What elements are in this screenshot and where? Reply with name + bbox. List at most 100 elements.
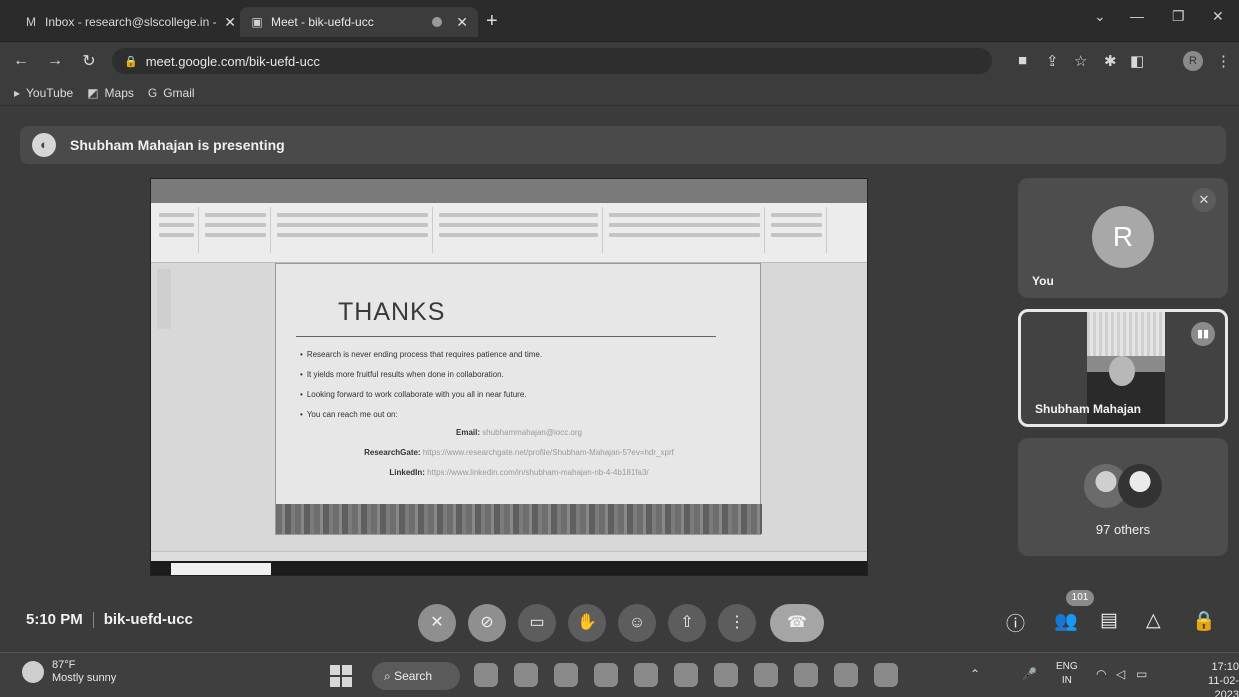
meeting-details: 5:10 PM bik-uefd-ucc — [26, 611, 193, 629]
speaking-indicator-icon: ▮▮ — [1191, 322, 1215, 346]
people-icon[interactable]: 👥 — [1054, 609, 1078, 633]
app-icon[interactable] — [554, 663, 578, 687]
volume-icon[interactable]: ◁ — [1116, 667, 1125, 681]
bookmark-maps[interactable]: ◩ Maps — [87, 86, 134, 100]
weather-widget[interactable]: 87°F Mostly sunny — [22, 659, 116, 685]
forward-button[interactable]: → — [42, 52, 68, 70]
taskbar-search[interactable]: ⌕ Search — [372, 662, 460, 690]
tab-search-icon[interactable]: ⌄ — [1094, 8, 1106, 25]
email-value: shubhammahajan@iocc.org — [482, 428, 582, 437]
linkedin-value: https://www.linkedin.com/in/shubham-maha… — [427, 468, 649, 477]
meeting-time: 5:10 PM — [26, 611, 83, 628]
slide-bullets: Research is never ending process that re… — [300, 348, 740, 428]
powerpoint-title-bar — [151, 179, 867, 193]
camera-icon[interactable]: ■ — [1018, 52, 1027, 69]
bookmark-label: Gmail — [163, 85, 195, 100]
avatar: R — [1092, 206, 1154, 268]
raise-hand-button[interactable]: ✋ — [568, 604, 606, 642]
share-icon[interactable]: ⇪ — [1046, 52, 1059, 70]
address-bar[interactable]: 🔒 meet.google.com/bik-uefd-ucc — [112, 48, 992, 74]
browser-tab-bar: M Inbox - research@slscollege.in - ✕ ▣ M… — [0, 0, 1239, 42]
bullet-item: You can reach me out on: — [300, 408, 740, 428]
mic-toggle-button[interactable]: ✕ — [418, 604, 456, 642]
window-close-button[interactable]: ✕ — [1212, 8, 1224, 25]
participant-name: You — [1032, 274, 1054, 288]
back-button[interactable]: ← — [8, 52, 34, 70]
profile-avatar[interactable]: R — [1183, 51, 1203, 71]
activities-icon[interactable]: △ — [1146, 609, 1161, 632]
maps-icon: ◩ — [87, 85, 99, 100]
lock-icon: 🔒 — [124, 55, 138, 68]
side-panel-icon[interactable]: ◧ — [1130, 52, 1144, 70]
google-icon: G — [147, 85, 158, 100]
emoji-button[interactable]: ☺ — [618, 604, 656, 642]
powerpoint-menu-bar — [151, 193, 867, 203]
youtube-icon: ▸ — [14, 85, 21, 100]
leave-call-button[interactable]: ☎ — [770, 604, 824, 642]
host-controls-icon[interactable]: 🔒 — [1192, 609, 1216, 633]
system-clock[interactable]: 17:10 11-02-2023 — [1194, 660, 1239, 697]
reload-button[interactable]: ↻ — [76, 51, 102, 71]
more-menu-icon[interactable]: ⋮ — [1216, 52, 1231, 70]
present-button[interactable]: ⇧ — [668, 604, 706, 642]
app-icon[interactable] — [474, 663, 498, 687]
close-icon[interactable]: ✕ — [224, 14, 236, 31]
tray-overflow-icon[interactable]: ⌃ — [970, 667, 980, 681]
bookmark-label: Maps — [104, 85, 134, 100]
bullet-item: Looking forward to work collaborate with… — [300, 388, 740, 408]
tab-inbox[interactable]: M Inbox - research@slscollege.in - ✕ — [14, 7, 246, 37]
weather-desc: Mostly sunny — [52, 672, 117, 684]
restore-button[interactable]: ❐ — [1172, 8, 1185, 25]
app-icon[interactable] — [714, 663, 738, 687]
slide-title: THANKS — [338, 298, 446, 326]
extensions-icon[interactable]: ✱ — [1104, 52, 1117, 70]
email-line: Email: shubhammahajan@iocc.org — [276, 428, 762, 437]
url-text: meet.google.com/bik-uefd-ucc — [145, 53, 320, 69]
close-icon[interactable]: ✕ — [456, 14, 468, 31]
presenting-banner: ◐ Shubham Mahajan is presenting — [20, 126, 1226, 164]
slide-thumbnail-pane — [157, 269, 171, 329]
researchgate-label: ResearchGate: — [364, 448, 421, 457]
participant-tile-speaker[interactable]: ▮▮ Shubham Mahajan — [1018, 309, 1228, 427]
more-options-button[interactable]: ⋮ — [718, 604, 756, 642]
app-icon[interactable] — [754, 663, 778, 687]
meet-icon: ▣ — [251, 15, 263, 29]
new-tab-button[interactable]: + — [486, 10, 498, 33]
app-icon[interactable] — [594, 663, 618, 687]
slide-floor-image — [276, 504, 762, 534]
mic-off-icon: ✕ — [1192, 188, 1216, 212]
start-button[interactable] — [330, 665, 352, 687]
chrome-icon[interactable] — [834, 663, 858, 687]
researchgate-value: https://www.researchgate.net/profile/Shu… — [422, 448, 674, 457]
search-label: Search — [394, 669, 433, 683]
participant-count-badge: 101 — [1066, 590, 1094, 606]
app-icon[interactable] — [674, 663, 698, 687]
participant-tile-you[interactable]: R ✕ You — [1018, 178, 1228, 298]
clock-time: 17:10 — [1211, 661, 1239, 673]
camera-toggle-button[interactable]: ⊘ — [468, 604, 506, 642]
bookmark-youtube[interactable]: ▸ YouTube — [14, 86, 73, 100]
slide: THANKS Research is never ending process … — [275, 263, 762, 535]
tab-title: Meet - bik-uefd-ucc — [271, 15, 374, 29]
chat-icon[interactable]: ▤ — [1100, 609, 1118, 632]
battery-icon[interactable]: ▭ — [1136, 667, 1147, 681]
bookmark-gmail[interactable]: G Gmail — [148, 86, 195, 100]
wifi-icon[interactable]: ◠ — [1096, 667, 1106, 681]
captions-button[interactable]: ▭ — [518, 604, 556, 642]
app-icon[interactable] — [634, 663, 658, 687]
tab-meet[interactable]: ▣ Meet - bik-uefd-ucc ✕ — [240, 7, 478, 37]
bookmarks-bar: ▸ YouTube ◩ Maps G Gmail — [0, 80, 1239, 106]
microphone-icon[interactable]: 🎤 — [1022, 667, 1037, 681]
app-icon[interactable] — [514, 663, 538, 687]
tab-title: Inbox - research@slscollege.in - — [45, 15, 217, 29]
app-icon[interactable] — [874, 663, 898, 687]
bookmark-star-icon[interactable]: ☆ — [1074, 52, 1087, 70]
language-indicator[interactable]: ENG IN — [1056, 660, 1078, 688]
app-icon[interactable] — [794, 663, 818, 687]
presenter-search-box — [171, 563, 271, 575]
minimize-button[interactable]: — — [1130, 8, 1144, 24]
participant-tile-others[interactable]: 97 others — [1018, 438, 1228, 556]
info-icon[interactable]: ⓘ — [1006, 609, 1025, 636]
others-count: 97 others — [1095, 522, 1151, 537]
shared-screen: THANKS Research is never ending process … — [150, 178, 868, 576]
